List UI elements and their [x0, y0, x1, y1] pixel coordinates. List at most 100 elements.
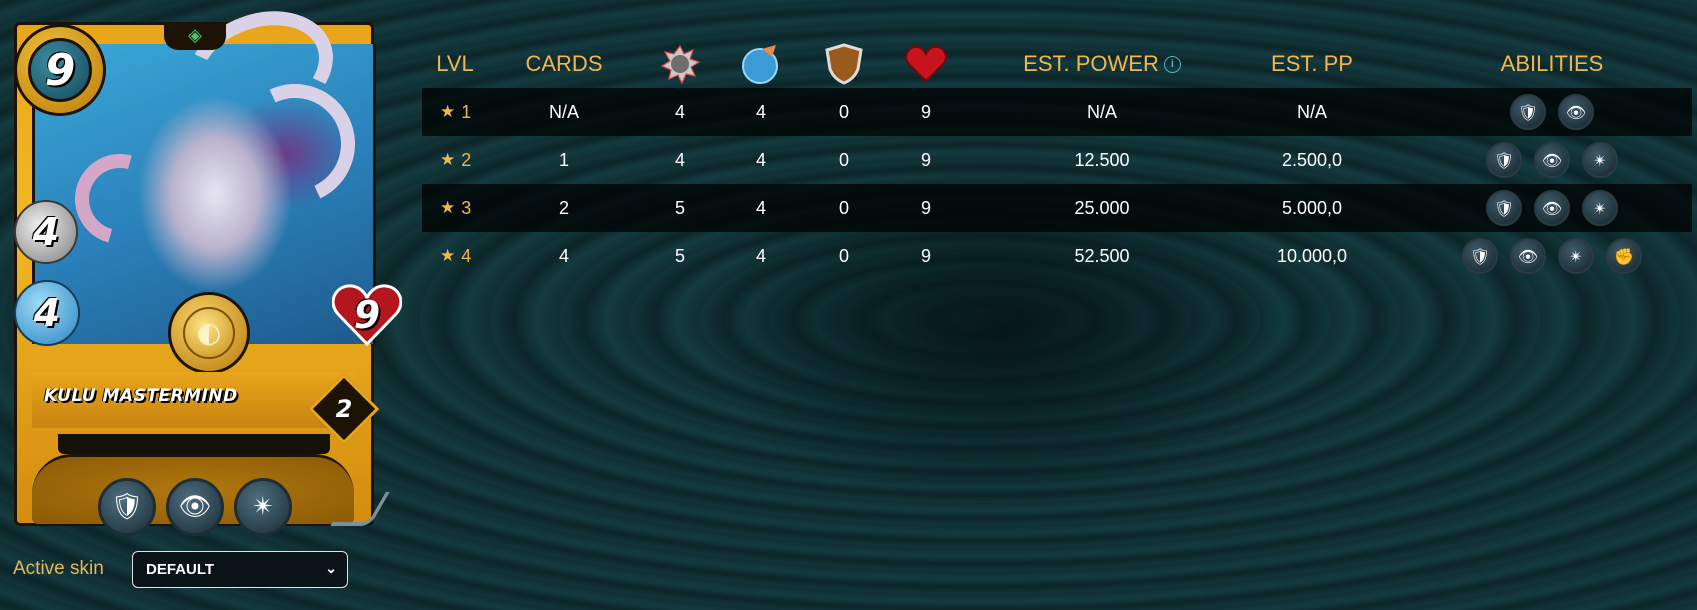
header-est-power-label: EST. POWER [1023, 51, 1159, 76]
cell-lvl-value: 2 [461, 149, 472, 170]
active-skin-label: Active skin [13, 558, 104, 579]
cell-speed: 4 [755, 149, 766, 170]
info-icon[interactable]: i [1163, 55, 1181, 73]
star-icon: ★ [440, 246, 456, 265]
cell-cards: 2 [558, 197, 569, 218]
eye-icon[interactable]: 👁 [1534, 142, 1570, 178]
header-melee [648, 44, 712, 84]
cell-est-pp: 5.000,0 [1281, 197, 1343, 218]
cell-est-pp: N/A [1296, 101, 1327, 122]
chevron-down-icon: ⌄ [325, 560, 337, 576]
cell-abilities: 🛡 👁 ✴ [1432, 184, 1672, 232]
armor-icon [823, 43, 865, 85]
cell-armor: 0 [838, 245, 849, 266]
table-row: ★ 2 1 4 4 0 9 12.500 2.500,0 🛡 👁 ✴ [422, 136, 1692, 184]
cell-lvl: ★ 3 [422, 184, 488, 232]
cell-est-pp: 2.500,0 [1281, 149, 1343, 170]
blast-icon[interactable]: ✴ [1582, 190, 1618, 226]
edition-gem-icon: ◈ [188, 25, 202, 46]
table-row: ★ 1 N/A 4 4 0 9 N/A N/A 🛡 👁 [422, 88, 1692, 136]
header-cards: CARDS [525, 51, 603, 76]
eye-icon[interactable]: 👁 [1510, 238, 1546, 274]
melee-stat-value: 4 [32, 210, 60, 254]
card-level-value: 2 [335, 395, 353, 423]
card-name: KULU MASTERMIND [44, 386, 238, 406]
cell-est-power: 12.500 [1074, 149, 1130, 170]
cell-lvl-value: 3 [461, 197, 472, 218]
card-description-bar [58, 434, 330, 454]
speed-stat-value: 4 [33, 291, 61, 335]
fist-icon[interactable]: ✊ [1606, 238, 1642, 274]
eye-icon: 👁 [166, 478, 224, 536]
cell-lvl-value: 1 [461, 101, 472, 122]
shield-bearer-icon[interactable]: 🛡 [1486, 190, 1522, 226]
cell-lvl: ★ 2 [422, 136, 488, 184]
blast-icon[interactable]: ✴ [1558, 238, 1594, 274]
cell-est-power: N/A [1086, 101, 1117, 122]
header-armor [812, 43, 876, 85]
header-est-power: EST. POWER i [1012, 44, 1192, 84]
cell-est-power: 25.000 [1074, 197, 1130, 218]
header-lvl: LVL [436, 51, 474, 76]
cell-abilities: 🛡 👁 [1432, 88, 1672, 136]
cell-melee: 4 [674, 101, 685, 122]
active-skin-select[interactable]: DEFAULT ⌄ [132, 551, 348, 588]
mana-cost-badge: 9 [14, 24, 106, 116]
level-stats-table: LVL CARDS EST. POWER i EST. PP ABILITIES… [422, 40, 1692, 280]
cell-lvl: ★ 1 [422, 88, 488, 136]
eye-icon[interactable]: 👁 [1534, 190, 1570, 226]
blast-icon[interactable]: ✴ [1582, 142, 1618, 178]
cell-abilities: 🛡 👁 ✴ ✊ [1432, 232, 1672, 280]
header-health [894, 44, 958, 84]
speed-stat-badge: 4 [14, 280, 80, 346]
melee-stat-badge: 4 [14, 200, 78, 264]
cell-cards: 1 [558, 149, 569, 170]
table-header-row: LVL CARDS EST. POWER i EST. PP ABILITIES [422, 40, 1692, 88]
cell-cards: N/A [548, 101, 579, 122]
cell-melee: 4 [674, 149, 685, 170]
shield-bearer-icon: 🛡 [98, 478, 156, 536]
health-stat-badge: 9 [332, 284, 402, 346]
shield-bearer-icon[interactable]: 🛡 [1462, 238, 1498, 274]
cell-health: 9 [920, 197, 931, 218]
health-icon [905, 43, 947, 85]
cell-health: 9 [920, 101, 931, 122]
speed-icon [740, 43, 782, 85]
cell-armor: 0 [838, 149, 849, 170]
cell-health: 9 [920, 245, 931, 266]
cell-abilities: 🛡 👁 ✴ [1432, 136, 1672, 184]
star-icon: ★ [440, 150, 456, 169]
cell-speed: 4 [755, 101, 766, 122]
cell-speed: 4 [755, 245, 766, 266]
monster-card: ◈ 9 4 4 9 ◐ KULU MASTERMIND 2 🛡 👁 ✴ [14, 0, 402, 536]
cell-lvl: ★ 4 [422, 232, 488, 280]
cell-armor: 0 [838, 197, 849, 218]
table-row: ★ 4 4 5 4 0 9 52.500 10.000,0 🛡 👁 ✴ ✊ [422, 232, 1692, 280]
tentacle-art [58, 137, 182, 261]
cell-est-power: 52.500 [1074, 245, 1130, 266]
cell-est-pp: 10.000,0 [1276, 245, 1348, 266]
cell-melee: 5 [674, 197, 685, 218]
header-abilities: ABILITIES [1500, 51, 1604, 76]
melee-icon [659, 43, 701, 85]
splinter-emblem: ◐ [168, 292, 250, 374]
cell-lvl-value: 4 [461, 245, 472, 266]
health-stat-value: 9 [353, 293, 381, 337]
table-row: ★ 3 2 5 4 0 9 25.000 5.000,0 🛡 👁 ✴ [422, 184, 1692, 232]
header-est-pp: EST. PP [1271, 51, 1353, 76]
eye-icon[interactable]: 👁 [1558, 94, 1594, 130]
cell-armor: 0 [838, 101, 849, 122]
splinter-emblem-icon: ◐ [183, 307, 235, 359]
cell-speed: 4 [755, 197, 766, 218]
shield-bearer-icon[interactable]: 🛡 [1510, 94, 1546, 130]
cell-melee: 5 [674, 245, 685, 266]
active-skin-value: DEFAULT [146, 561, 215, 578]
card-details-page: ◈ 9 4 4 9 ◐ KULU MASTERMIND 2 🛡 👁 ✴ Acti… [0, 0, 1697, 610]
header-speed [729, 44, 793, 84]
cell-health: 9 [920, 149, 931, 170]
star-icon: ★ [440, 102, 456, 121]
blast-icon: ✴ [234, 478, 292, 536]
mana-cost-value: 9 [28, 38, 92, 102]
cell-cards: 4 [558, 245, 569, 266]
shield-bearer-icon[interactable]: 🛡 [1486, 142, 1522, 178]
